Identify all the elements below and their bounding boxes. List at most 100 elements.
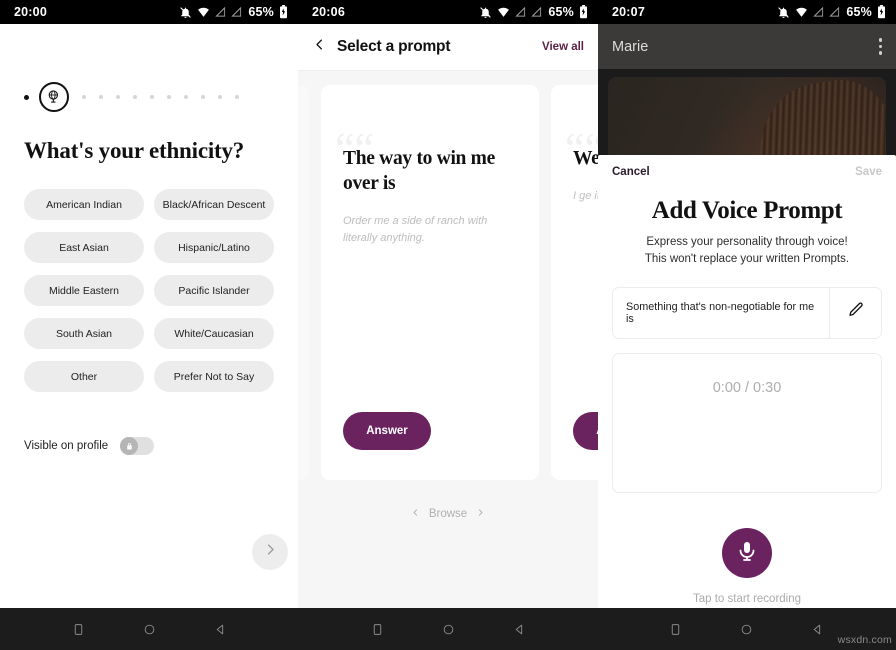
cancel-button[interactable]: Cancel: [612, 166, 650, 178]
visible-on-profile-toggle[interactable]: [120, 437, 155, 455]
panel-select-prompt: 20:06 65% Select a prompt View all ““ Th…: [298, 0, 598, 608]
view-all-link[interactable]: View all: [542, 41, 584, 53]
circle-icon[interactable]: [442, 623, 455, 636]
chevron-left-icon[interactable]: [411, 508, 420, 520]
add-voice-prompt-sheet: Cancel Save Add Voice Prompt Express you…: [598, 155, 896, 608]
status-icons: 65%: [179, 5, 288, 19]
record-hint: Tap to start recording: [692, 593, 802, 605]
option-chip[interactable]: Middle Eastern: [24, 275, 144, 306]
progress-dot: [82, 95, 86, 99]
prompt-carousel-area: ““ ““ The way to win me over is Order me…: [298, 71, 598, 608]
selected-prompt-value: Something that's non-negotiable for me i…: [626, 300, 815, 325]
signal-off-icon: [531, 6, 542, 18]
bell-muted-icon: [777, 6, 790, 19]
lock-icon: [120, 437, 139, 455]
screenshot-root: 20:00 65% What's your ethnicity? America…: [0, 0, 896, 650]
sheet-subtitle-line-1: Express your personality through voice!: [646, 236, 848, 248]
panel-group: 20:00 65% What's your ethnicity? America…: [0, 0, 896, 608]
sheet-title: Add Voice Prompt: [651, 197, 843, 224]
chevron-right-icon: [263, 542, 278, 562]
option-chip[interactable]: Black/African Descent: [154, 189, 274, 220]
battery-icon: [279, 5, 288, 19]
signal-off-icon: [515, 6, 526, 18]
status-time: 20:00: [14, 5, 47, 19]
option-chip[interactable]: Hispanic/Latino: [154, 232, 274, 263]
watermark: wsxdn.com: [837, 634, 892, 646]
bell-muted-icon: [179, 6, 192, 19]
status-bar: 20:00 65%: [0, 0, 298, 24]
battery-percent: 65%: [248, 5, 274, 19]
status-bar: 20:06 65%: [298, 0, 598, 24]
option-chip[interactable]: Pacific Islander: [154, 275, 274, 306]
triangle-back-icon[interactable]: [214, 623, 227, 636]
answer-button[interactable]: Answer: [573, 412, 598, 450]
option-chip[interactable]: Other: [24, 361, 144, 392]
pencil-icon: [847, 301, 865, 324]
kebab-menu-icon[interactable]: [878, 38, 882, 55]
visible-on-profile-label: Visible on profile: [24, 440, 109, 452]
next-button[interactable]: [252, 534, 288, 570]
chevron-right-icon[interactable]: [476, 508, 485, 520]
square-icon[interactable]: [72, 623, 85, 636]
progress-dot: [184, 95, 188, 99]
wifi-icon: [197, 6, 210, 19]
selected-prompt-field[interactable]: Something that's non-negotiable for me i…: [612, 286, 882, 339]
profile-appbar: Marie: [598, 24, 896, 69]
progress-dot: [235, 95, 239, 99]
option-chip[interactable]: East Asian: [24, 232, 144, 263]
wifi-icon: [497, 6, 510, 19]
edit-prompt-button[interactable]: [829, 287, 881, 338]
progress-dot: [150, 95, 154, 99]
wifi-icon: [795, 6, 808, 19]
answer-button[interactable]: Answer: [343, 412, 431, 450]
prompt-card[interactable]: ““ We'll get along if th I ge iter. Answ…: [551, 85, 598, 480]
status-time: 20:06: [312, 5, 345, 19]
signal-off-icon: [829, 6, 840, 18]
nav-group: [299, 608, 598, 650]
page-title: What's your ethnicity?: [24, 138, 245, 163]
battery-icon: [579, 5, 588, 19]
record-button[interactable]: [722, 528, 772, 578]
square-icon[interactable]: [371, 623, 384, 636]
signal-off-icon: [813, 6, 824, 18]
progress-dot: [218, 95, 222, 99]
circle-icon[interactable]: [740, 623, 753, 636]
option-chip[interactable]: South Asian: [24, 318, 144, 349]
panel-voice-prompt: 20:07 65% Marie Cancel Save Add Voice Pr…: [598, 0, 896, 608]
progress-dot: [167, 95, 171, 99]
prompt-card-sample: Order me a side of ranch with literally …: [343, 214, 488, 244]
back-button[interactable]: [312, 37, 332, 57]
status-bar: 20:07 65%: [598, 0, 896, 24]
prompt-carousel[interactable]: ““ ““ The way to win me over is Order me…: [298, 85, 598, 480]
bell-muted-icon: [479, 6, 492, 19]
nav-group: [0, 608, 299, 650]
circle-icon[interactable]: [143, 623, 156, 636]
save-button[interactable]: Save: [855, 166, 882, 178]
progress-dot: [116, 95, 120, 99]
status-time: 20:07: [612, 5, 645, 19]
prompt-header: Select a prompt View all: [298, 24, 598, 71]
prompt-card-sample: I ge iter.: [573, 189, 598, 202]
progress-dot: [133, 95, 137, 99]
square-icon[interactable]: [669, 623, 682, 636]
progress-dot: [201, 95, 205, 99]
status-icons: 65%: [479, 5, 588, 19]
chevron-left-icon: [312, 37, 327, 57]
triangle-back-icon[interactable]: [811, 623, 824, 636]
progress-dot: [99, 95, 103, 99]
prompt-card[interactable]: ““: [298, 85, 309, 480]
prompt-card[interactable]: ““ The way to win me over is Order me a …: [321, 85, 539, 480]
browse-label: Browse: [428, 508, 468, 520]
option-chip[interactable]: White/Caucasian: [154, 318, 274, 349]
option-chip[interactable]: American Indian: [24, 189, 144, 220]
browse-control[interactable]: Browse: [298, 508, 598, 520]
battery-icon: [877, 5, 886, 19]
battery-percent: 65%: [846, 5, 872, 19]
recording-timer: 0:00 / 0:30: [712, 379, 782, 396]
triangle-back-icon[interactable]: [513, 623, 526, 636]
android-nav-bar: wsxdn.com: [0, 608, 896, 650]
globe-icon: [39, 82, 69, 112]
profile-name: Marie: [612, 38, 649, 55]
progress-dot-completed: [24, 94, 29, 100]
option-chip[interactable]: Prefer Not to Say: [154, 361, 274, 392]
